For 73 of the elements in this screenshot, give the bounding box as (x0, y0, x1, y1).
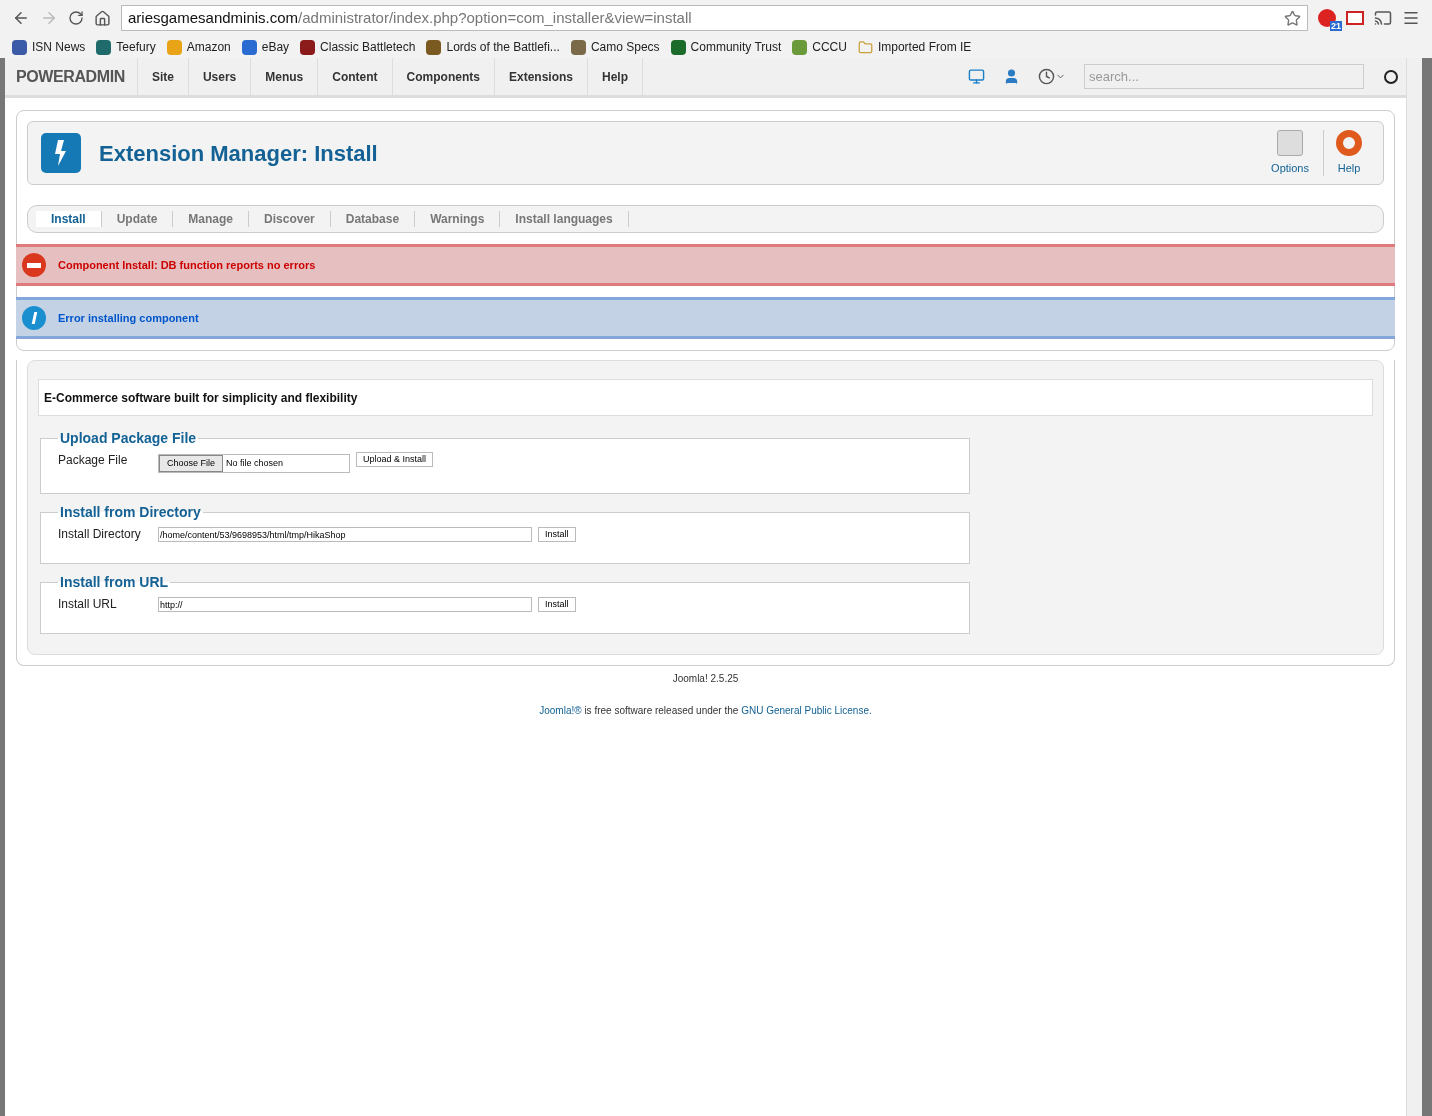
bookmark-link[interactable]: eBay (241, 38, 290, 56)
admin-menu-item[interactable]: Users (187, 57, 251, 96)
bookmark-icon (12, 39, 27, 55)
text-input[interactable]: /home/content/53/9698953/html/tmp/HikaShop (158, 527, 532, 542)
menu-icon[interactable] (1402, 9, 1420, 27)
clock-menu[interactable] (1038, 68, 1066, 85)
bookmark-link[interactable]: Lords of the Battlefi... (426, 38, 560, 56)
toolbar-button[interactable]: Help (1323, 129, 1370, 177)
folder-icon (857, 39, 873, 55)
home-icon[interactable] (94, 9, 111, 27)
cast-icon[interactable] (1374, 9, 1392, 27)
bookmark-star-icon[interactable] (1284, 9, 1301, 27)
bookmark-icon (241, 39, 257, 55)
monitor-icon[interactable] (968, 68, 985, 85)
bookmark-link[interactable]: Imported From IE (857, 38, 972, 56)
field-label: Install URL (58, 596, 118, 613)
bookmark-link[interactable]: Classic Battletech (300, 38, 416, 56)
install-button[interactable]: Upload & Install (356, 452, 434, 467)
bookmark-icon (792, 39, 808, 55)
fieldset-legend: Upload Package File (58, 428, 199, 449)
license-link[interactable]: GNU General Public License. (741, 705, 872, 716)
lightning-icon (41, 133, 81, 173)
bookmark-link[interactable]: ISN News (12, 38, 86, 56)
description-box: E-Commerce software built for simplicity and flexibility (38, 379, 1373, 416)
bookmark-link[interactable]: Teefury (96, 38, 156, 56)
clock-icon (1038, 68, 1055, 85)
tab[interactable]: Discover (249, 211, 331, 227)
tab[interactable]: Database (330, 211, 416, 227)
license-text: Joomla!® is free software released under the GNU General Public License. (539, 704, 872, 718)
page-title: Extension Manager: Install (99, 139, 378, 168)
bookmark-icon (426, 39, 442, 55)
tab[interactable]: Warnings (415, 211, 501, 227)
address-bar[interactable]: ariesgamesandminis.com/administrator/index.php?option=com_installer&view=install (121, 5, 1308, 31)
tab[interactable]: Update (101, 211, 174, 227)
version-text: Joomla! 2.5.25 (672, 672, 739, 686)
bookmark-icon (570, 39, 586, 55)
admin-menu-item[interactable]: Site (136, 57, 188, 96)
bookmark-link[interactable]: Camo Specs (570, 38, 660, 56)
bookmark-icon (300, 39, 316, 55)
admin-menu-item[interactable]: Menus (250, 57, 318, 96)
fieldset-legend: Install from URL (58, 572, 171, 593)
field-label: Package File (58, 452, 129, 469)
bookmark-link[interactable]: Community Trust (670, 38, 782, 56)
info-icon (22, 306, 46, 330)
tab[interactable]: Install languages (500, 211, 629, 227)
reload-icon[interactable] (68, 10, 84, 26)
back-icon[interactable] (12, 9, 30, 27)
bookmark-icon (670, 39, 686, 55)
lifebuoy-icon (1336, 129, 1362, 156)
bookmark-icon (166, 39, 182, 55)
admin-logo: POWERADMIN (16, 66, 126, 87)
admin-menu-item[interactable]: Components (391, 57, 494, 96)
extension-badge: 21 (1330, 21, 1342, 31)
tab[interactable]: Manage (173, 211, 250, 227)
user-icon[interactable] (1003, 68, 1020, 85)
bookmark-link[interactable]: CCCU (792, 38, 847, 56)
install-button[interactable]: Install (538, 527, 576, 542)
install-button[interactable]: Install (538, 597, 576, 612)
admin-menu-item[interactable]: Help (587, 57, 642, 96)
admin-menu-item[interactable]: Content (317, 57, 392, 96)
file-input[interactable]: Choose File No file chosen (158, 454, 350, 473)
toolbar-button[interactable]: Options (1263, 129, 1317, 177)
bookmark-link[interactable]: Amazon (166, 38, 231, 56)
field-label: Install Directory (58, 526, 142, 543)
message-text: Error installing component (58, 310, 199, 326)
fieldset-legend: Install from Directory (58, 502, 203, 523)
message-text: Component Install: DB function reports no errors (58, 257, 316, 273)
bookmark-icon (96, 39, 112, 55)
admin-menu-item[interactable]: Extensions (493, 57, 587, 96)
search-field[interactable]: search... (1084, 64, 1364, 89)
error-icon (22, 253, 46, 277)
text-input[interactable]: http:// (158, 597, 532, 612)
tab[interactable]: Install (36, 211, 102, 227)
